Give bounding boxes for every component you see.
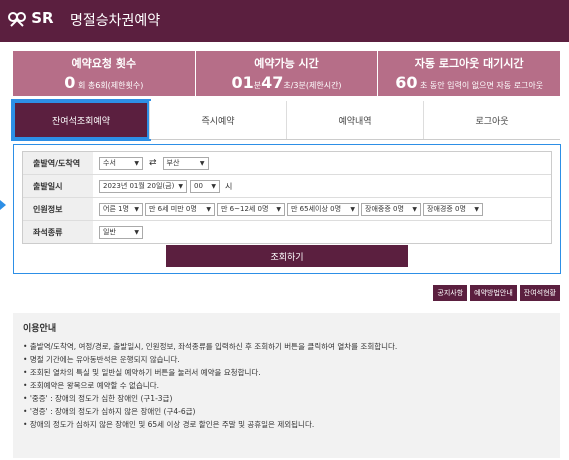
request-count-stat: 예약요청 횟수 0 회 총6회(제한횟수) [13,51,196,96]
chevron-down-icon: ▼ [134,159,139,167]
adult-count-select[interactable]: 어른 1명 ▼ [99,202,143,216]
form-row-passengers: 인원정보 어른 1명 ▼ 만 6세 미만 0명 ▼ 만 6~12세 0명 ▼ 만 65… [23,198,551,221]
chevron-down-icon: ▼ [276,205,281,213]
chevron-down-icon: ▼ [134,205,139,213]
list-item: 조회된 열차의 특실 및 일반실 예약하기 버튼을 눌러서 예약을 요청합니다. [23,366,560,379]
child-6to12-select[interactable]: 만 6~12세 0명 ▼ [217,202,285,216]
seconds-value: 47 [261,73,284,92]
chevron-down-icon: ▼ [199,159,205,167]
row-label: 좌석종류 [23,221,93,243]
tab-booking-history[interactable]: 예약내역 [286,101,423,139]
list-item: 장애의 정도가 심하지 않은 장애인 및 65세 이상 경로 할인은 주말 및 … [23,418,560,431]
chevron-down-icon: ▼ [350,205,355,213]
request-count-suffix: 회 총6회(제한횟수) [77,81,144,90]
disability-mild-select[interactable]: 장애경증 0명 ▼ [423,202,483,216]
status-panel: 예약요청 횟수 0 회 총6회(제한횟수) 예약가능 시간 01분47초/3분(… [13,51,561,96]
hour-unit: 시 [225,181,233,191]
list-item: 출발역/도착역, 여정/경로, 출발일시, 인원정보, 좌석종류를 입력하신 후… [23,340,560,353]
logout-suffix: 초 동안 입력이 없으면 자동 로그아웃 [420,81,544,90]
notice-link[interactable]: 공지사항 [433,285,468,301]
usage-guide: 이용안내 출발역/도착역, 여정/경로, 출발일시, 인원정보, 좌석종류를 입… [13,313,560,458]
sr-logo[interactable]: SR [8,9,54,27]
hour-select[interactable]: 00 ▼ [190,179,220,193]
minutes-value: 01 [231,73,254,92]
child-under6-select[interactable]: 만 6세 미만 0명 ▼ [145,202,215,216]
seat-type-select[interactable]: 일반 ▼ [99,225,143,239]
chevron-down-icon: ▼ [211,182,216,190]
time-left-stat: 예약가능 시간 01분47초/3분(제한시간) [195,51,379,96]
guide-title: 이용안내 [23,324,57,334]
tab-logout[interactable]: 로그아웃 [423,101,560,139]
list-item: '경증' : 장애의 정도가 심하지 않은 장애인 (구4-6급) [23,405,560,418]
booking-guide-link[interactable]: 예약방법안내 [470,285,517,301]
chevron-down-icon: ▼ [134,228,139,236]
row-label: 인원정보 [23,198,93,220]
logout-timer-stat: 자동 로그아웃 대기시간 60 초 동안 입력이 없으면 자동 로그아웃 [378,51,561,96]
request-count-value: 0 [64,73,76,92]
stat-title: 자동 로그아웃 대기시간 [414,57,524,70]
logout-seconds-value: 60 [395,73,418,92]
row-label: 출발일시 [23,175,93,197]
swap-icon[interactable]: ⇄ [149,158,157,168]
form-row-station: 출발역/도착역 수서 ▼ ⇄ 부산 ▼ [23,152,551,175]
list-item: 조회예약은 왕복으로 예약할 수 없습니다. [23,379,560,392]
link-buttons: 공지사항 예약방법안내 잔여석현황 [433,285,560,301]
stat-title: 예약가능 시간 [254,57,319,70]
row-label: 출발역/도착역 [23,152,93,174]
time-suffix: 초/3분(제한시간) [283,81,342,90]
senior-select[interactable]: 만 65세이상 0명 ▼ [287,202,359,216]
tab-seat-search[interactable]: 잔여석조회예약 [11,99,151,141]
search-button[interactable]: 조회하기 [166,245,408,267]
form-row-datetime: 출발일시 2023년 01월 20일(금) ▼ 00 ▼ 시 [23,175,551,198]
departure-station-select[interactable]: 수서 ▼ [99,156,143,170]
seat-status-link[interactable]: 잔여석현황 [519,285,560,301]
guide-list: 출발역/도착역, 여정/경로, 출발일시, 인원정보, 좌석종류를 입력하신 후… [13,340,560,431]
tab-bar: 잔여석조회예약 즉시예약 예약내역 로그아웃 [11,99,560,141]
page-title: 명절승차권예약 [70,13,161,29]
minute-unit: 분 [253,81,262,90]
arrow-icon [0,200,6,210]
logo-text: SR [31,9,54,27]
arrival-station-select[interactable]: 부산 ▼ [162,156,209,170]
sr-logo-icon [8,11,26,27]
date-select[interactable]: 2023년 01월 20일(금) ▼ [99,179,187,193]
chevron-down-icon: ▼ [412,205,417,213]
header-bar: SR 명절승차권예약 [0,0,569,42]
search-form: 출발역/도착역 수서 ▼ ⇄ 부산 ▼ 출발일시 2023년 01월 20일(금) ▼… [13,144,561,274]
stat-title: 예약요청 횟수 [71,57,137,70]
form-table: 출발역/도착역 수서 ▼ ⇄ 부산 ▼ 출발일시 2023년 01월 20일(금) ▼… [22,151,552,244]
chevron-down-icon: ▼ [178,182,183,190]
form-row-seat: 좌석종류 일반 ▼ [23,221,551,243]
list-item: '중증' : 장애의 정도가 심한 장애인 (구1-3급) [23,392,560,405]
chevron-down-icon: ▼ [206,205,211,213]
list-item: 명절 기간에는 유아동반석은 운행되지 않습니다. [23,353,560,366]
disability-severe-select[interactable]: 장애중증 0명 ▼ [361,202,421,216]
chevron-down-icon: ▼ [474,205,479,213]
tab-instant-booking[interactable]: 즉시예약 [149,101,286,139]
